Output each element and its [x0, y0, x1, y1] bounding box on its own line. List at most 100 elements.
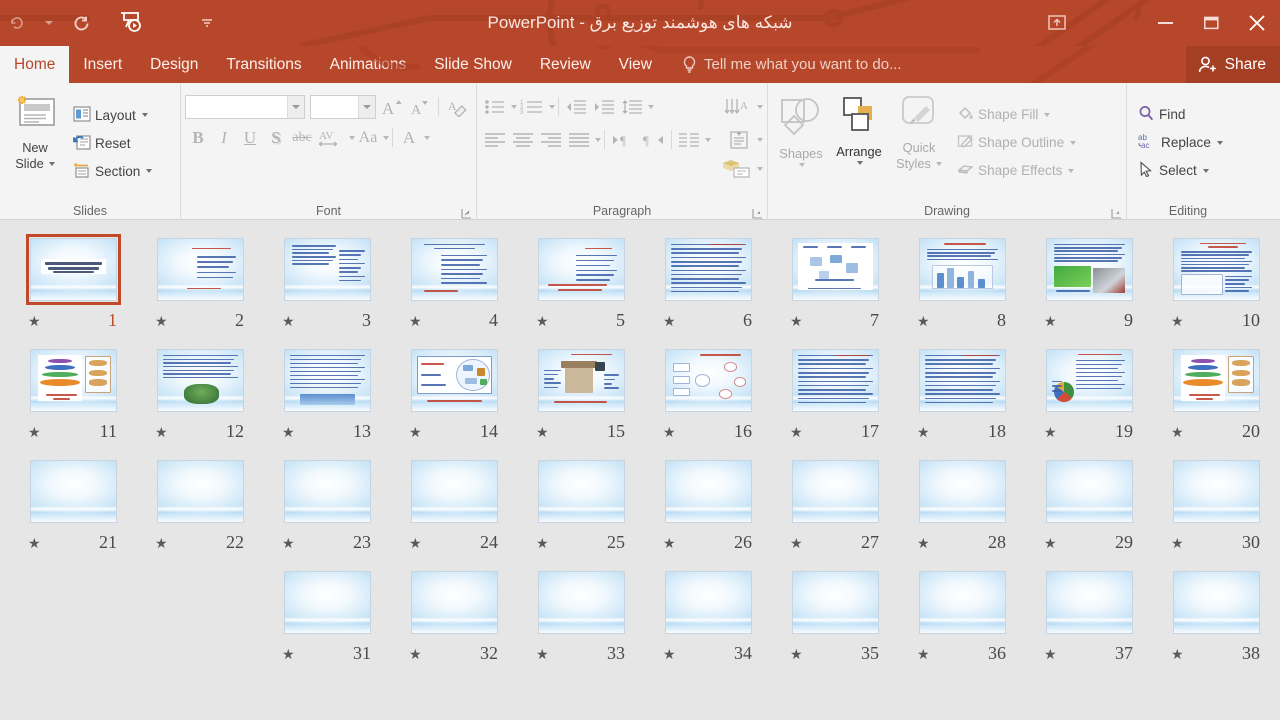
new-slide-button[interactable]: New Slide: [4, 88, 66, 191]
slide-thumbnail-frame[interactable]: [1169, 345, 1264, 416]
animation-star-icon[interactable]: ★: [155, 314, 168, 328]
animation-star-icon[interactable]: ★: [790, 536, 803, 550]
animation-star-icon[interactable]: ★: [1044, 536, 1057, 550]
shape-fill-button[interactable]: Shape Fill: [952, 102, 1081, 127]
shape-fill-caret-icon[interactable]: [1044, 112, 1051, 117]
change-case-button[interactable]: Aa: [355, 125, 381, 150]
animation-star-icon[interactable]: ★: [1171, 314, 1184, 328]
shapes-button[interactable]: Shapes: [772, 88, 830, 191]
ltr-paragraph-button[interactable]: ¶: [608, 127, 638, 152]
slide-thumbnail-frame[interactable]: [661, 345, 756, 416]
replace-button[interactable]: ab ac Replace: [1133, 130, 1228, 155]
slide-thumbnail-frame[interactable]: [280, 456, 375, 527]
slide-thumbnail-frame[interactable]: [153, 234, 248, 305]
slide-thumbnail-frame[interactable]: [661, 567, 756, 638]
bullets-button[interactable]: [481, 94, 509, 119]
slide-thumbnail-29[interactable]: ★ 29: [1026, 442, 1153, 553]
text-shadow-button[interactable]: S: [263, 125, 289, 150]
animation-star-icon[interactable]: ★: [536, 314, 549, 328]
animation-star-icon[interactable]: ★: [1171, 536, 1184, 550]
animation-star-icon[interactable]: ★: [282, 314, 295, 328]
restore-icon[interactable]: [1188, 0, 1234, 46]
animation-star-icon[interactable]: ★: [917, 314, 930, 328]
animation-star-icon[interactable]: ★: [409, 647, 422, 661]
animation-star-icon[interactable]: ★: [28, 536, 41, 550]
customize-qat-caret-icon[interactable]: [34, 8, 64, 38]
slide-thumbnail-frame[interactable]: [788, 456, 883, 527]
arrange-caret-icon[interactable]: [857, 161, 863, 165]
slide-thumbnail-frame[interactable]: [788, 345, 883, 416]
select-caret-icon[interactable]: [1202, 168, 1209, 173]
slide-thumbnail-frame[interactable]: [1042, 345, 1137, 416]
slide-thumbnail-frame[interactable]: [915, 345, 1010, 416]
start-slideshow-icon[interactable]: [116, 8, 146, 38]
quick-styles-caret-icon[interactable]: [935, 162, 942, 166]
autosave-undo-icon[interactable]: [2, 8, 32, 38]
slide-thumbnail-frame[interactable]: [915, 567, 1010, 638]
align-left-button[interactable]: [481, 127, 509, 152]
shape-effects-caret-icon[interactable]: [1068, 168, 1075, 173]
slide-thumbnail-frame[interactable]: [407, 345, 502, 416]
window-controls[interactable]: [1142, 0, 1280, 46]
slide-thumbnail-frame[interactable]: [534, 567, 629, 638]
animation-star-icon[interactable]: ★: [536, 647, 549, 661]
quick-access-toolbar[interactable]: [0, 0, 222, 46]
slide-thumbnail-2[interactable]: ★ 2: [137, 220, 264, 331]
ribbon-display-options-icon[interactable]: [1034, 0, 1080, 46]
slide-thumbnail-37[interactable]: ★ 37: [1026, 553, 1153, 664]
slide-thumbnail-20[interactable]: ★ 20: [1153, 331, 1280, 442]
animation-star-icon[interactable]: ★: [155, 425, 168, 439]
shape-outline-button[interactable]: Shape Outline: [952, 130, 1081, 155]
layout-caret-icon[interactable]: [141, 113, 148, 117]
change-case-caret-icon[interactable]: [383, 135, 389, 140]
animation-star-icon[interactable]: ★: [409, 536, 422, 550]
slide-thumbnail-9[interactable]: ★ 9: [1026, 220, 1153, 331]
slide-thumbnail-28[interactable]: ★ 28: [899, 442, 1026, 553]
columns-button[interactable]: [675, 127, 703, 152]
slide-thumbnail-18[interactable]: ★ 18: [899, 331, 1026, 442]
slide-thumbnail-23[interactable]: ★ 23: [264, 442, 391, 553]
slide-thumbnail-frame[interactable]: [280, 567, 375, 638]
slide-thumbnail-1[interactable]: ★ 1: [10, 220, 137, 331]
animation-star-icon[interactable]: ★: [282, 647, 295, 661]
font-name-dropdown-icon[interactable]: [287, 95, 305, 118]
share-button[interactable]: Share: [1185, 46, 1280, 83]
line-spacing-caret-icon[interactable]: [648, 104, 654, 109]
animation-star-icon[interactable]: ★: [663, 425, 676, 439]
slide-thumbnail-frame[interactable]: [534, 234, 629, 305]
numbering-button[interactable]: 123: [517, 94, 547, 119]
animation-star-icon[interactable]: ★: [28, 425, 41, 439]
justify-caret-icon[interactable]: [595, 137, 601, 142]
quick-styles-button[interactable]: Quick Styles: [888, 88, 950, 191]
slide-thumbnail-frame[interactable]: [26, 456, 121, 527]
slide-thumbnail-36[interactable]: ★ 36: [899, 553, 1026, 664]
font-dialog-launcher[interactable]: [461, 206, 472, 219]
animation-star-icon[interactable]: ★: [409, 425, 422, 439]
new-slide-caret-icon[interactable]: [48, 162, 55, 166]
slide-thumbnail-30[interactable]: ★ 30: [1153, 442, 1280, 553]
animation-star-icon[interactable]: ★: [1044, 314, 1057, 328]
arrange-button[interactable]: Arrange: [830, 88, 888, 191]
slide-thumbnail-38[interactable]: ★ 38: [1153, 553, 1280, 664]
slide-thumbnail-frame[interactable]: [26, 345, 121, 416]
animation-star-icon[interactable]: ★: [536, 536, 549, 550]
slide-thumbnail-13[interactable]: ★ 13: [264, 331, 391, 442]
reset-button[interactable]: Reset: [68, 131, 157, 156]
line-spacing-button[interactable]: [618, 94, 646, 119]
slide-thumbnail-frame[interactable]: [1042, 234, 1137, 305]
slide-thumbnail-frame[interactable]: [788, 234, 883, 305]
increase-indent-button[interactable]: [590, 94, 618, 119]
underline-button[interactable]: U: [237, 125, 263, 150]
slide-thumbnail-11[interactable]: ★ 11: [10, 331, 137, 442]
slide-thumbnail-24[interactable]: ★ 24: [391, 442, 518, 553]
animation-star-icon[interactable]: ★: [536, 425, 549, 439]
slide-thumbnail-frame[interactable]: [788, 567, 883, 638]
italic-button[interactable]: I: [211, 125, 237, 150]
animation-star-icon[interactable]: ★: [1171, 425, 1184, 439]
strikethrough-button[interactable]: abc: [289, 125, 315, 150]
slide-thumbnail-frame[interactable]: [407, 234, 502, 305]
animation-star-icon[interactable]: ★: [917, 536, 930, 550]
animation-star-icon[interactable]: ★: [282, 425, 295, 439]
minimize-icon[interactable]: [1142, 0, 1188, 46]
drawing-dialog-launcher[interactable]: [1111, 206, 1122, 219]
